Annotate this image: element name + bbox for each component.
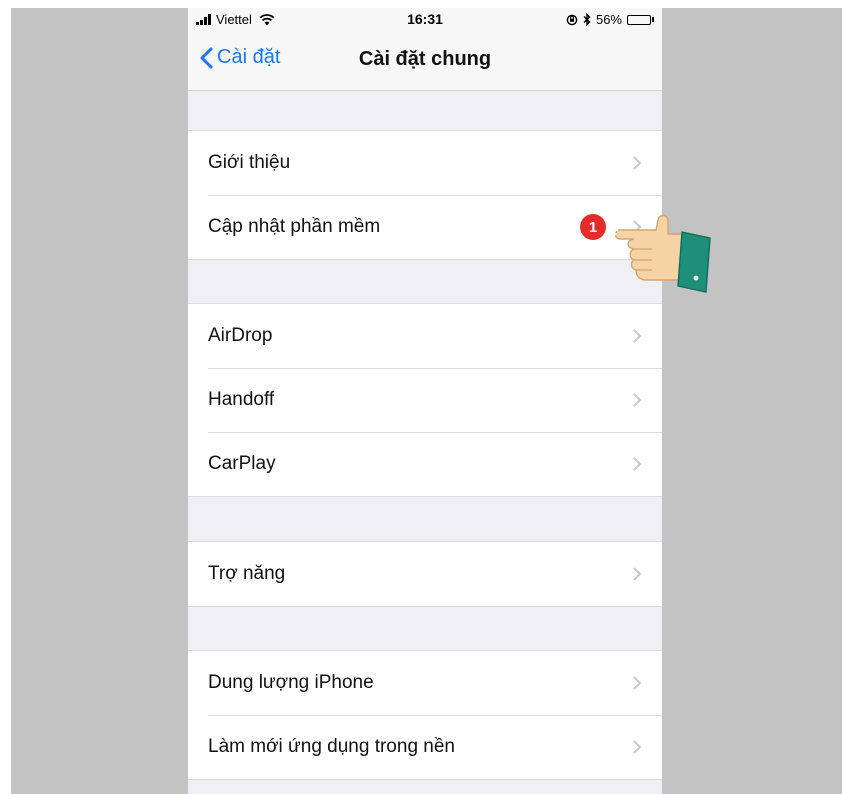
bluetooth-icon xyxy=(583,13,591,26)
chevron-right-icon xyxy=(633,567,642,581)
settings-group-connectivity: AirDrop Handoff CarPlay xyxy=(188,303,662,497)
settings-row-accessibility[interactable]: Trợ năng xyxy=(188,542,662,606)
row-label: CarPlay xyxy=(208,453,276,474)
page-title: Cài đặt chung xyxy=(358,48,492,70)
rotation-lock-icon xyxy=(566,14,578,25)
row-label: Dung lượng iPhone xyxy=(208,672,374,693)
status-bar: Viettel 16:31 56% xyxy=(188,8,662,30)
chevron-right-icon xyxy=(633,156,642,170)
row-label: Giới thiệu xyxy=(208,152,291,173)
settings-row-software-update[interactable]: Cập nhật phần mềm 1 xyxy=(188,195,662,259)
settings-row-iphone-storage[interactable]: Dung lượng iPhone xyxy=(188,651,662,715)
battery-icon xyxy=(627,14,654,25)
row-label: Làm mới ứng dụng trong nền xyxy=(208,736,455,757)
settings-group-storage: Dung lượng iPhone Làm mới ứng dụng trong… xyxy=(188,650,662,780)
row-label: AirDrop xyxy=(208,325,273,346)
settings-row-handoff[interactable]: Handoff xyxy=(188,368,662,432)
row-label: Handoff xyxy=(208,389,275,410)
battery-percent: 56% xyxy=(595,12,622,27)
chevron-right-icon xyxy=(633,676,642,690)
settings-group-accessibility: Trợ năng xyxy=(188,541,662,607)
notification-badge: 1 xyxy=(580,214,606,240)
settings-row-airdrop[interactable]: AirDrop xyxy=(188,304,662,368)
chevron-right-icon xyxy=(633,329,642,343)
settings-group-about: Giới thiệu Cập nhật phần mềm 1 xyxy=(188,130,662,260)
phone-screen: Viettel 16:31 56% Cài đặt Cài đặt chung … xyxy=(188,8,662,794)
settings-row-about[interactable]: Giới thiệu xyxy=(188,131,662,195)
row-label: Trợ năng xyxy=(208,563,286,584)
settings-row-background-refresh[interactable]: Làm mới ứng dụng trong nền xyxy=(188,715,662,779)
chevron-right-icon xyxy=(633,393,642,407)
chevron-right-icon xyxy=(633,457,642,471)
pointing-hand-icon xyxy=(612,214,711,293)
settings-row-carplay[interactable]: CarPlay xyxy=(188,432,662,496)
row-label: Cập nhật phần mềm xyxy=(208,216,381,237)
chevron-right-icon xyxy=(633,740,642,754)
navigation-bar: Cài đặt Cài đặt chung xyxy=(188,30,662,91)
status-right: 56% xyxy=(566,12,654,27)
